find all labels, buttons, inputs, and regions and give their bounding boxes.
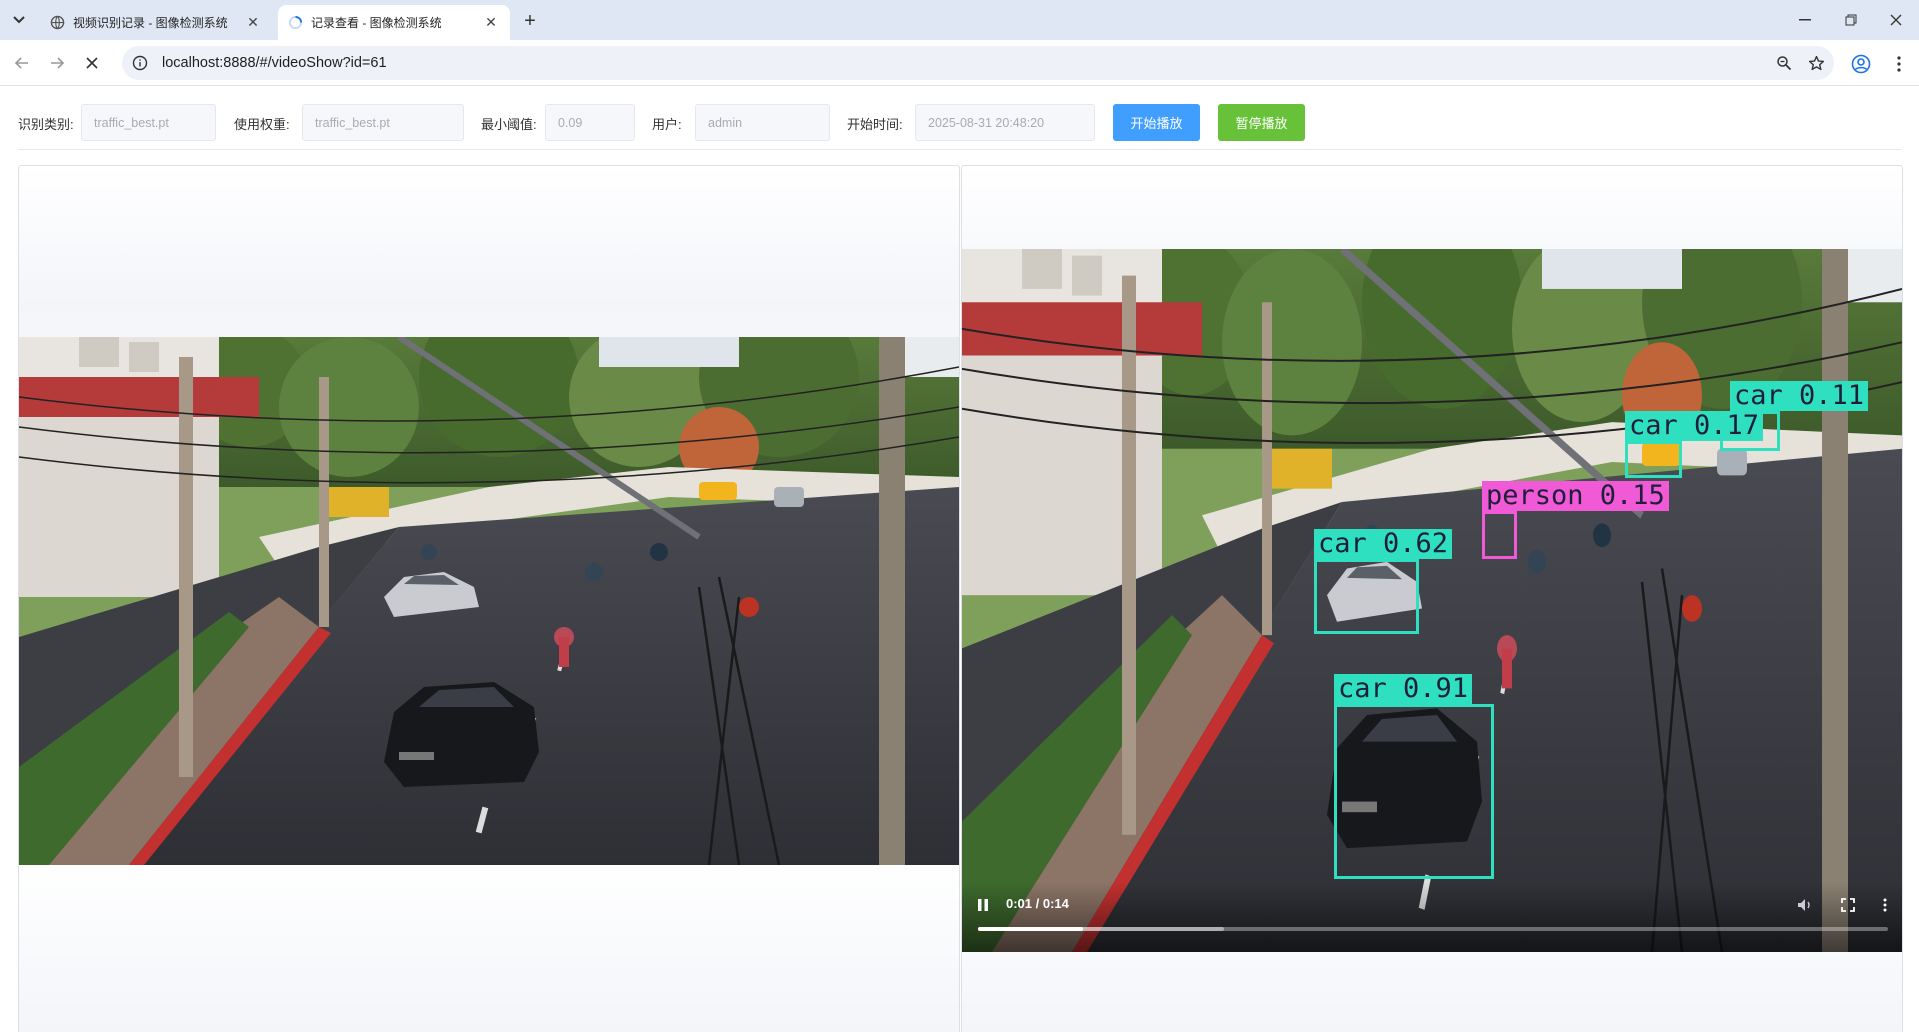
detection-box-car-2 [1314, 559, 1419, 634]
close-icon[interactable]: ✕ [482, 14, 500, 32]
zoom-icon[interactable] [1770, 49, 1798, 77]
tab-search-chevron-icon[interactable] [6, 8, 32, 32]
original-video-frame [19, 337, 959, 865]
bookmark-star-icon[interactable] [1802, 49, 1830, 77]
pause-play-button[interactable]: 暂停播放 [1218, 104, 1305, 141]
detection-label-car-2: car 0.62 [1314, 529, 1453, 559]
volume-icon[interactable] [1794, 894, 1816, 916]
player-menu-dots-icon[interactable] [1874, 894, 1896, 916]
weight-label: 使用权重: [234, 117, 290, 132]
restore-icon[interactable] [1828, 0, 1874, 40]
close-icon[interactable]: ✕ [244, 14, 262, 32]
original-video[interactable] [19, 337, 959, 865]
tab-title: 视频识别记录 - 图像检测系统 [73, 16, 228, 30]
threshold-label: 最小阈值: [481, 117, 537, 132]
record-info-form: 识别类别: traffic_best.pt 使用权重: traffic_best… [0, 104, 1919, 142]
browser-tab-bar: 视频识别记录 - 图像检测系统 ✕ 记录查看 - 图像检测系统 ✕ + [0, 0, 1919, 40]
detection-label-car-4: car 0.11 [1730, 381, 1869, 411]
stop-loading-icon[interactable] [80, 51, 104, 75]
detection-video[interactable]: car 0.91 car 0.62 person 0.15 car 0.17 c… [962, 249, 1902, 952]
tab-video-records[interactable]: 视频识别记录 - 图像检测系统 ✕ [40, 5, 272, 40]
profile-avatar-icon[interactable] [1848, 51, 1874, 77]
browser-menu-dots-icon[interactable] [1886, 51, 1912, 77]
category-label: 识别类别: [18, 117, 74, 132]
detection-box-car-4 [1720, 411, 1780, 451]
user-label: 用户: [652, 117, 682, 132]
video-played-bar [978, 927, 1083, 931]
video-controls: 0:01 / 0:14 [962, 882, 1902, 952]
detection-video-panel: car 0.91 car 0.62 person 0.15 car 0.17 c… [961, 165, 1903, 1032]
detection-box-person [1482, 511, 1517, 559]
globe-icon [50, 15, 65, 30]
weight-input[interactable]: traffic_best.pt [302, 104, 464, 141]
loading-spinner-icon [288, 15, 303, 30]
site-info-icon[interactable] [130, 53, 150, 73]
detection-label-person: person 0.15 [1482, 481, 1669, 511]
threshold-input[interactable]: 0.09 [545, 104, 635, 141]
address-bar[interactable]: localhost:8888/#/videoShow?id=61 [122, 46, 1834, 80]
back-arrow-icon[interactable] [10, 51, 34, 75]
user-input[interactable]: admin [695, 104, 830, 141]
video-progress-bar[interactable] [978, 927, 1888, 931]
detection-label-car-1: car 0.91 [1334, 674, 1473, 704]
close-window-icon[interactable] [1873, 0, 1919, 40]
browser-toolbar: localhost:8888/#/videoShow?id=61 [0, 40, 1919, 86]
minimize-icon[interactable] [1782, 0, 1828, 40]
url-text[interactable]: localhost:8888/#/videoShow?id=61 [162, 55, 1770, 71]
detection-box-car-3 [1625, 441, 1682, 478]
start-time-input[interactable]: 2025-08-31 20:48:20 [915, 104, 1095, 141]
tab-record-view[interactable]: 记录查看 - 图像检测系统 ✕ [278, 5, 510, 40]
start-play-button[interactable]: 开始播放 [1113, 104, 1200, 141]
category-input[interactable]: traffic_best.pt [81, 104, 216, 141]
fullscreen-icon[interactable] [1837, 894, 1859, 916]
start-time-label: 开始时间: [847, 117, 903, 132]
original-video-panel [18, 165, 960, 1032]
forward-arrow-icon[interactable] [45, 51, 69, 75]
pause-icon[interactable] [972, 894, 994, 916]
video-time: 0:01 / 0:14 [1006, 896, 1069, 911]
detection-box-car-1 [1334, 704, 1494, 879]
new-tab-plus-icon[interactable]: + [518, 9, 542, 33]
tab-title: 记录查看 - 图像检测系统 [311, 16, 442, 30]
form-divider [18, 149, 1901, 150]
